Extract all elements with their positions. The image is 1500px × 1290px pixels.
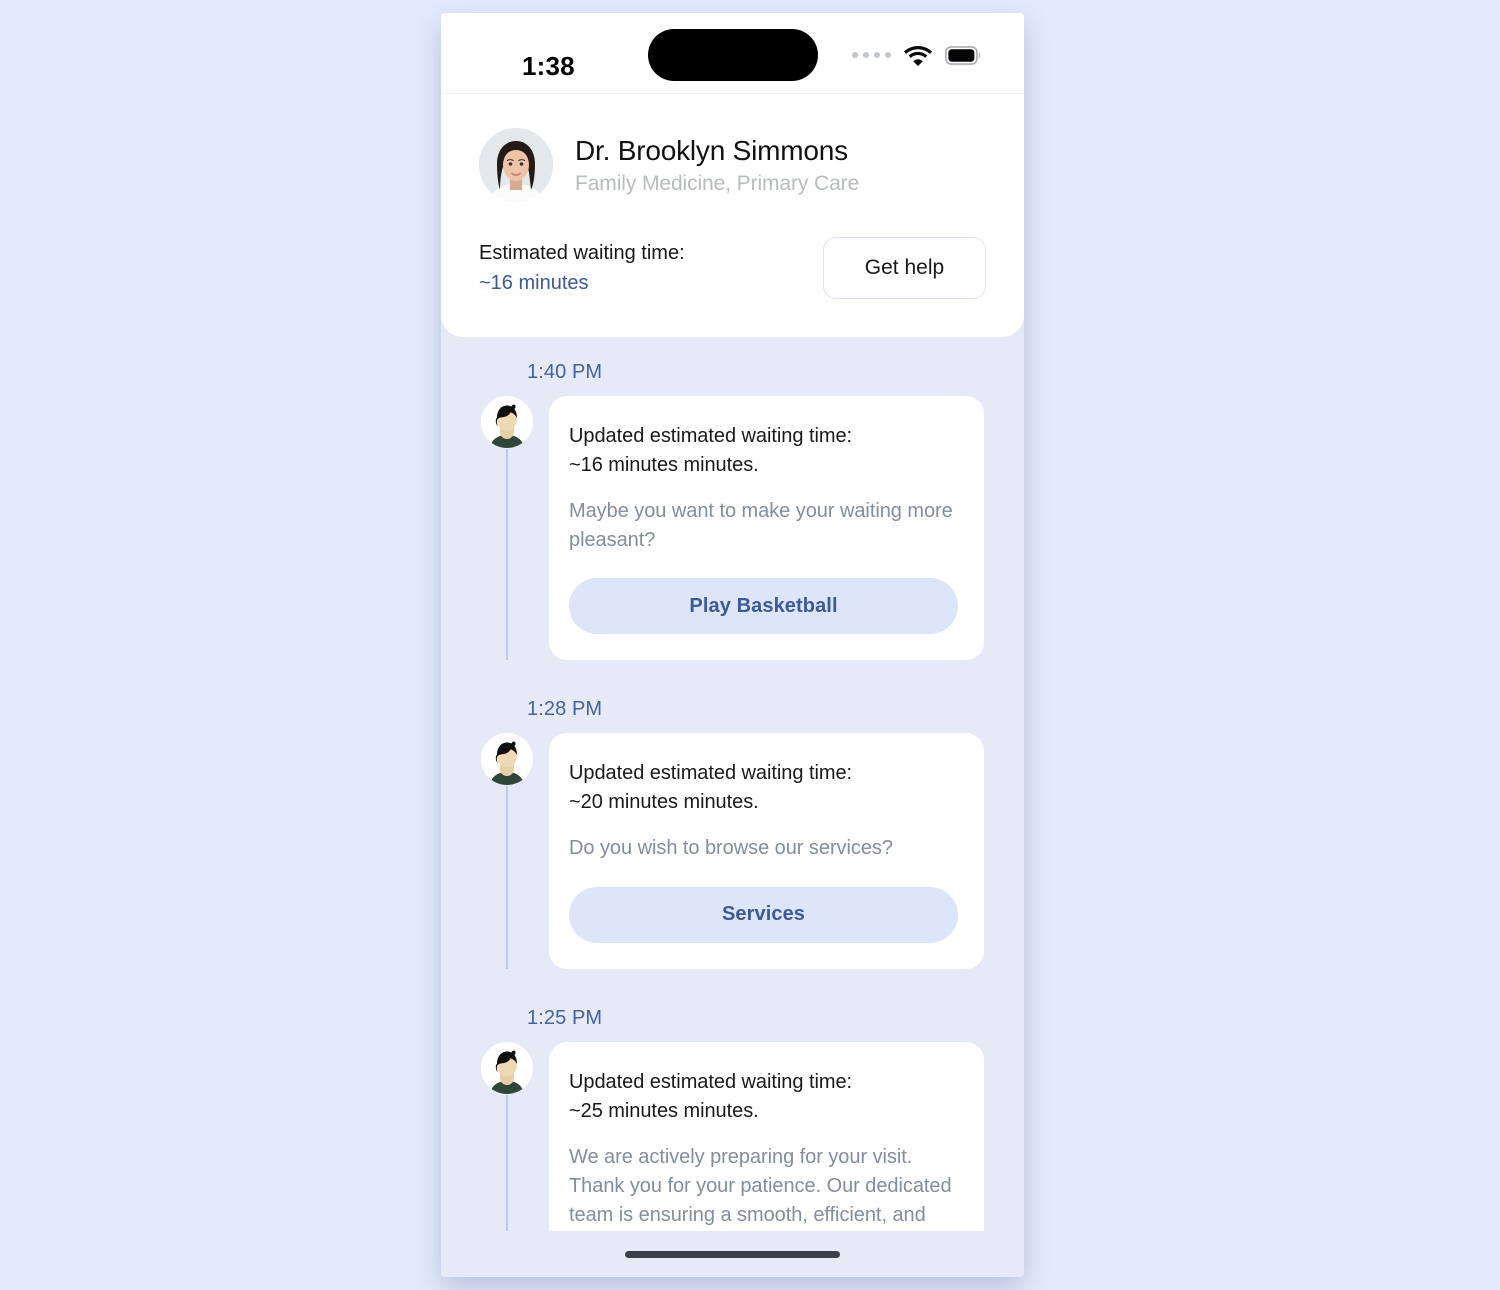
bot-avatar-icon (481, 733, 533, 786)
message-title: Updated estimated waiting time: ~25 minut… (569, 1070, 853, 1122)
battery-full-icon (945, 46, 981, 65)
message-timestamp: 1:28 PM (527, 698, 603, 721)
doctor-photo (479, 128, 553, 202)
home-indicator-area (441, 1231, 1024, 1277)
avatar-column (481, 396, 533, 661)
message-feed[interactable]: 1:40 PM Updated estimated waiting time: ~… (441, 337, 1024, 1231)
message-timestamp: 1:25 PM (527, 1006, 603, 1029)
message-row: Updated estimated waiting time: ~20 minut… (481, 733, 984, 969)
thread-connector-line (506, 449, 508, 661)
bot-avatar-icon (481, 396, 533, 448)
waiting-time-row: Estimated waiting time: ~16 minutes Get … (479, 237, 986, 299)
doctor-name: Dr. Brooklyn Simmons (575, 134, 848, 166)
message-body: We are actively preparing for your visit… (569, 1145, 952, 1226)
bot-avatar-icon (481, 1041, 533, 1094)
message-group-spacer (481, 969, 984, 1007)
thread-connector-line (506, 1094, 508, 1231)
doctor-info-row: Dr. Brooklyn Simmons Family Medicine, Pr… (479, 128, 986, 202)
avatar-column (481, 1041, 533, 1231)
message-body: Maybe you want to make your waiting more… (569, 500, 953, 552)
signal-dots-icon (852, 51, 891, 58)
status-bar: 1:38 (441, 13, 1024, 94)
message-bubble[interactable]: Updated estimated waiting time: ~20 minut… (549, 733, 984, 969)
message-group: 1:28 PM Updated estimated waiting time: ~… (481, 698, 984, 969)
avatar-column (481, 733, 533, 969)
doctor-header-card: Dr. Brooklyn Simmons Family Medicine, Pr… (441, 94, 1024, 337)
waiting-time-value: ~16 minutes (479, 271, 589, 294)
message-group-spacer (481, 660, 984, 698)
wifi-icon (904, 46, 932, 66)
message-bubble[interactable]: Updated estimated waiting time: ~25 minut… (549, 1041, 984, 1231)
home-indicator[interactable] (625, 1250, 840, 1258)
message-row: Updated estimated waiting time: ~25 minut… (481, 1041, 984, 1231)
waiting-time-label: Estimated waiting time: (479, 241, 685, 264)
message-bubble[interactable]: Updated estimated waiting time: ~16 minut… (549, 396, 984, 661)
message-group: 1:40 PM Updated estimated waiting time: ~… (481, 361, 984, 661)
message-body: Do you wish to browse our services? (569, 837, 893, 860)
dynamic-island (648, 29, 818, 81)
message-title: Updated estimated waiting time: ~16 minut… (569, 425, 853, 476)
get-help-button[interactable]: Get help (823, 237, 986, 299)
doctor-specialty: Family Medicine, Primary Care (575, 172, 860, 196)
message-row: Updated estimated waiting time: ~16 minut… (481, 396, 984, 661)
message-group: 1:25 PM Updated estimated waiting time: ~… (481, 1007, 984, 1231)
message-action-button[interactable]: Play Basketball (569, 578, 958, 635)
message-action-button[interactable]: Services (569, 886, 958, 943)
message-title: Updated estimated waiting time: ~20 minut… (569, 762, 853, 814)
message-timestamp: 1:40 PM (527, 361, 603, 383)
status-bar-time: 1:38 (522, 51, 575, 81)
thread-connector-line (506, 786, 508, 969)
phone-frame: 1:38 Dr. Brooklyn Simmons Family Medicin… (441, 13, 1024, 1277)
status-bar-indicators (852, 45, 981, 66)
waiting-time-block: Estimated waiting time: ~16 minutes (479, 240, 685, 297)
doctor-text-block: Dr. Brooklyn Simmons Family Medicine, Pr… (575, 134, 859, 197)
